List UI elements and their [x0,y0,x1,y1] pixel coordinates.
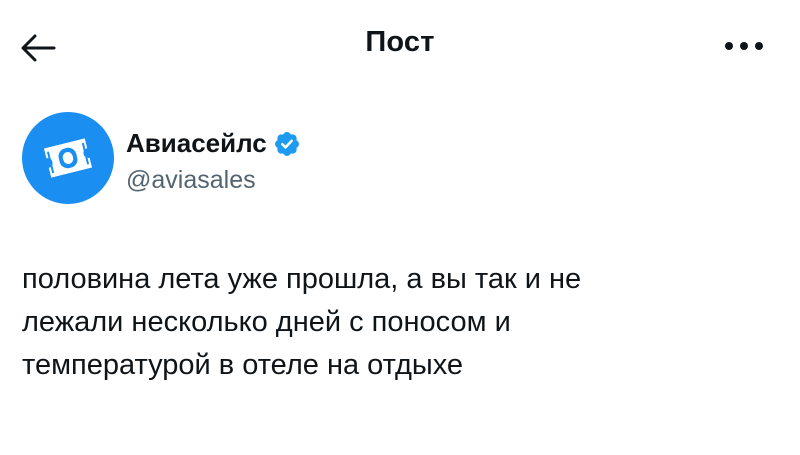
more-options-button[interactable] [716,26,772,66]
post-author: Авиасейлс @aviasales [22,112,722,208]
verified-badge-icon [273,130,301,158]
ticket-logo-icon [43,138,93,178]
author-handle[interactable]: @aviasales [126,166,256,195]
more-horizontal-icon [725,42,763,50]
post-header: Пост [0,0,800,92]
author-name: Авиасейлс [126,128,267,158]
post-text: половина лета уже прошла, а вы так и не … [22,258,762,387]
author-name-row[interactable]: Авиасейлс [126,128,301,159]
post-text-line: температурой в отеле на отдыхе [22,349,464,381]
post-text-line: лежали несколько дней с поносом и [22,306,511,338]
avatar[interactable] [22,112,114,204]
post-text-line: половина лета уже прошла, а вы так и не [22,263,582,295]
page-title: Пост [365,26,435,58]
